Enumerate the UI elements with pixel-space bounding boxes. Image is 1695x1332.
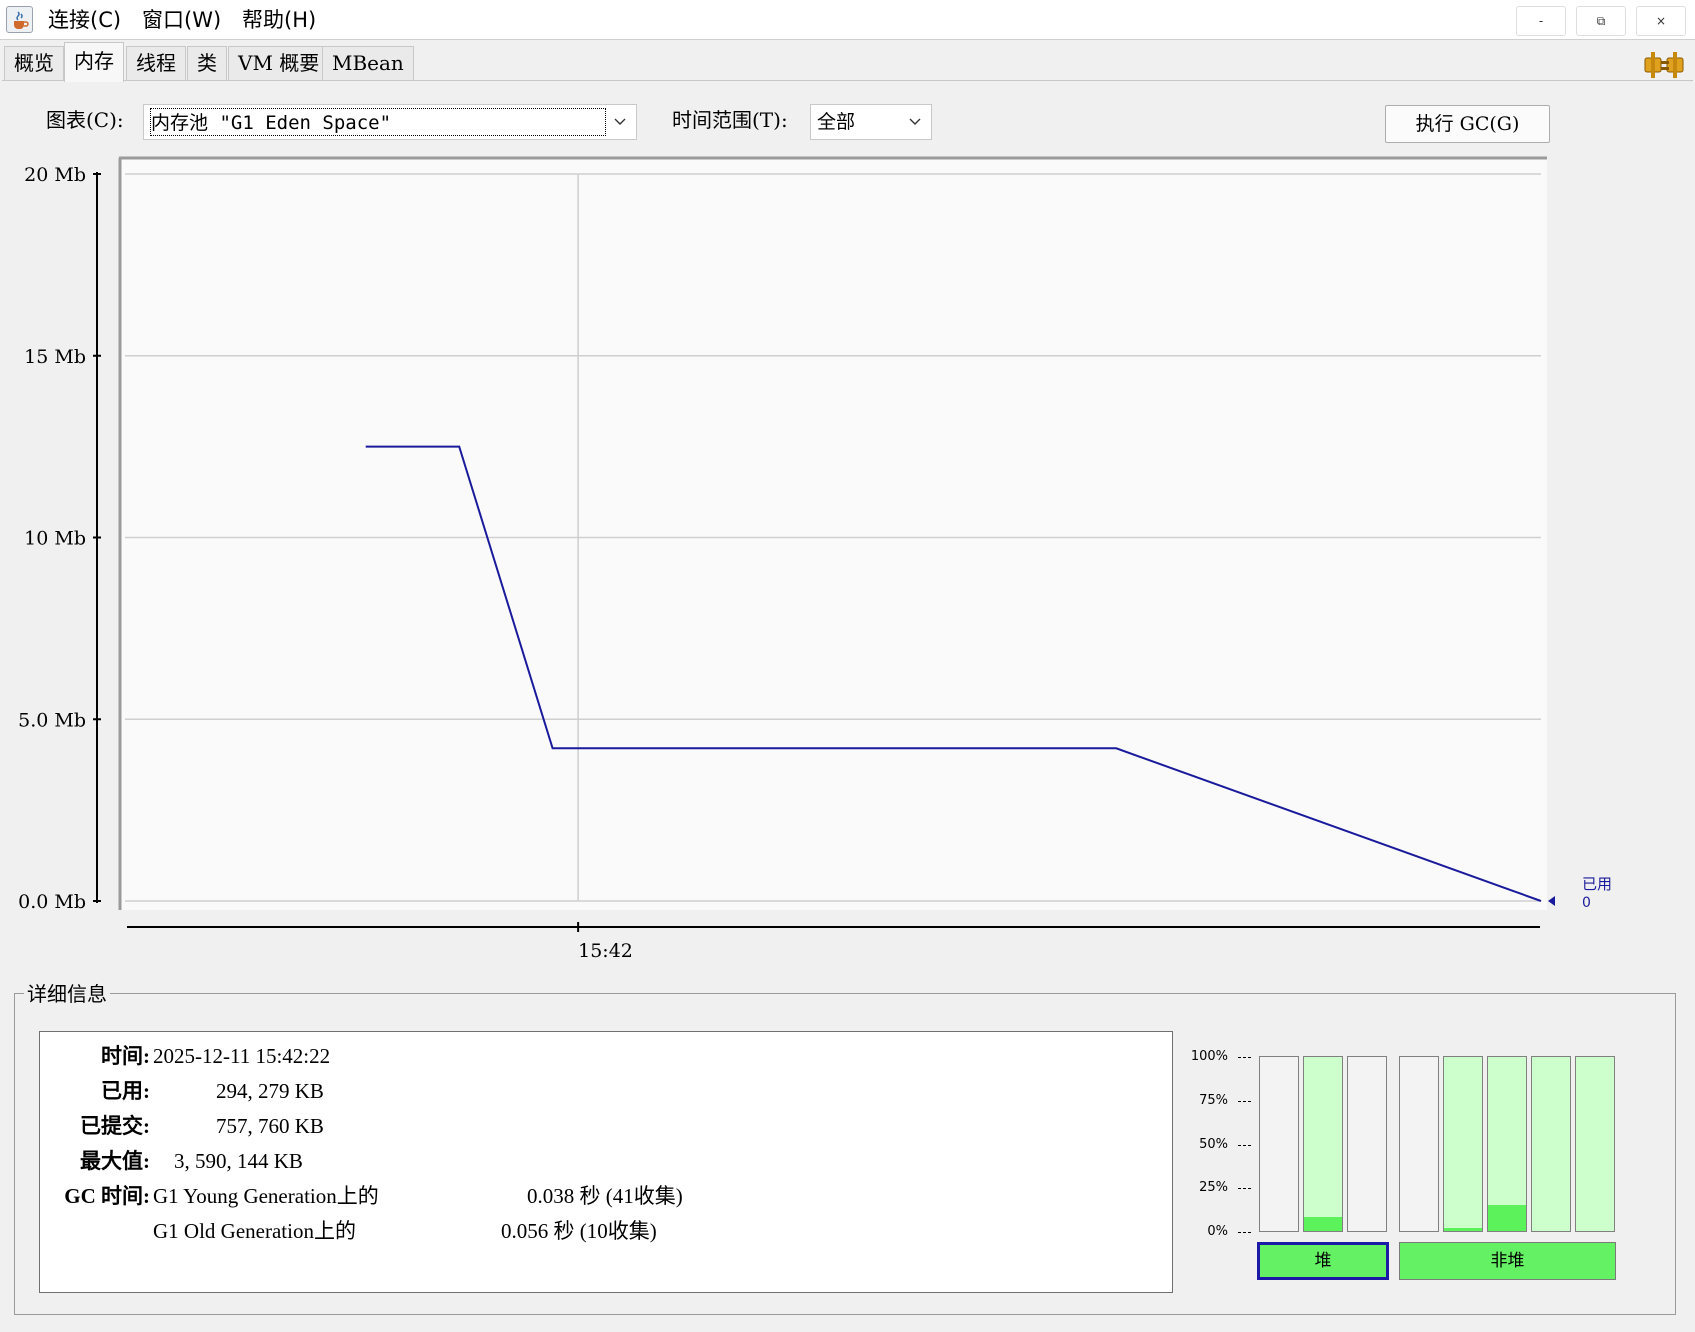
chart-selector-label: 图表(C): [46,108,124,132]
chevron-down-icon [614,118,626,125]
menu-bar: 连接(C) 窗口(W) 帮助(H) - ⧉ × [0,0,1695,40]
java-cup-icon [6,6,33,33]
tab-mbean[interactable]: MBean [322,46,414,80]
time-range-value: 全部 [817,111,856,133]
bar-used-fill [1488,1204,1526,1231]
non-heap-pool-bar[interactable] [1399,1056,1439,1232]
menu-window[interactable]: 窗口(W) [138,6,225,34]
close-button[interactable]: × [1636,6,1686,36]
current-value-marker [1548,896,1555,906]
tab-threads[interactable]: 线程 [126,46,186,80]
gc-young-value: 0.038 秒 (41收集) [527,1184,683,1208]
time-value: 2025-12-11 15:42:22 [153,1044,331,1068]
committed-label: 已提交: [80,1114,150,1138]
chart-selector-value: 内存池 "G1 Eden Space" [150,108,606,136]
non-heap-pool-bar[interactable] [1443,1056,1483,1232]
committed-value: 757, 760 KB [216,1114,324,1138]
percent-label: 0% [1207,1224,1228,1239]
current-series-label: 已用 [1582,875,1612,893]
percent-label: 75% [1199,1092,1228,1108]
max-label: 最大值: [80,1149,150,1173]
percent-tick [1238,1232,1251,1233]
percent-label: 100% [1190,1049,1228,1064]
gc-old-value: 0.056 秒 (10收集) [501,1219,657,1243]
y-tick-label: 20 Mb [24,164,86,186]
chart-selector-dropdown[interactable]: 内存池 "G1 Eden Space" [143,104,637,140]
menu-help[interactable]: 帮助(H) [238,6,320,34]
bar-used-fill [1304,1217,1342,1231]
plot-area [119,158,1547,910]
tab-vm-summary[interactable]: VM 概要 [228,46,330,80]
y-tick-label: 15 Mb [24,346,86,368]
tab-classes[interactable]: 类 [187,46,227,80]
non-heap-pool-bar[interactable] [1531,1056,1571,1232]
non-heap-pool-bar[interactable] [1487,1056,1527,1232]
menu-connection[interactable]: 连接(C) [44,6,125,34]
gc-young-name: G1 Young Generation上的 [153,1184,379,1208]
x-tick-label: 15:42 [578,940,633,962]
y-tick-label: 0.0 Mb [18,891,86,913]
tab-memory[interactable]: 内存 [64,42,124,82]
non-heap-pool-bar[interactable] [1575,1056,1615,1232]
heap-button[interactable]: 堆 [1257,1242,1389,1280]
non-heap-button[interactable]: 非堆 [1399,1242,1616,1280]
used-label: 已用: [101,1079,150,1103]
tab-overview[interactable]: 概览 [4,46,64,80]
gc-time-label: GC 时间: [64,1184,150,1208]
connection-plug-icon [1643,48,1687,86]
percent-tick [1238,1188,1251,1190]
percent-tick [1238,1100,1251,1102]
percent-label: 50% [1199,1136,1228,1152]
time-label: 时间: [101,1044,150,1068]
y-tick-label: 10 Mb [24,528,86,550]
gc-old-name: G1 Old Generation上的 [153,1219,356,1243]
chevron-down-icon [909,118,921,125]
details-title: 详细信息 [24,982,110,1006]
perform-gc-button[interactable]: 执行 GC(G) [1385,105,1550,143]
time-range-label: 时间范围(T): [672,108,788,132]
time-range-dropdown[interactable]: 全部 [810,104,932,140]
memory-chart: 20 Mb 15 Mb 10 Mb 5.0 Mb 0.0 Mb 15:42 已用 0 [18,156,1612,962]
minimize-button[interactable]: - [1516,6,1566,36]
details-text-area: 时间: 2025-12-11 15:42:22 已用: 294, 279 KB … [39,1031,1173,1293]
max-value: 3, 590, 144 KB [174,1149,303,1173]
restore-button[interactable]: ⧉ [1576,6,1626,36]
y-tick-label: 5.0 Mb [18,709,86,731]
current-series-value: 0 [1582,895,1591,911]
percent-label: 25% [1199,1180,1228,1196]
percent-tick [1238,1144,1251,1146]
heap-pool-bar[interactable] [1259,1056,1299,1232]
bar-used-fill [1444,1227,1482,1231]
heap-pool-bar[interactable] [1303,1056,1343,1232]
used-value: 294, 279 KB [216,1079,324,1103]
percent-tick [1238,1057,1251,1058]
heap-pool-bar[interactable] [1347,1056,1387,1232]
